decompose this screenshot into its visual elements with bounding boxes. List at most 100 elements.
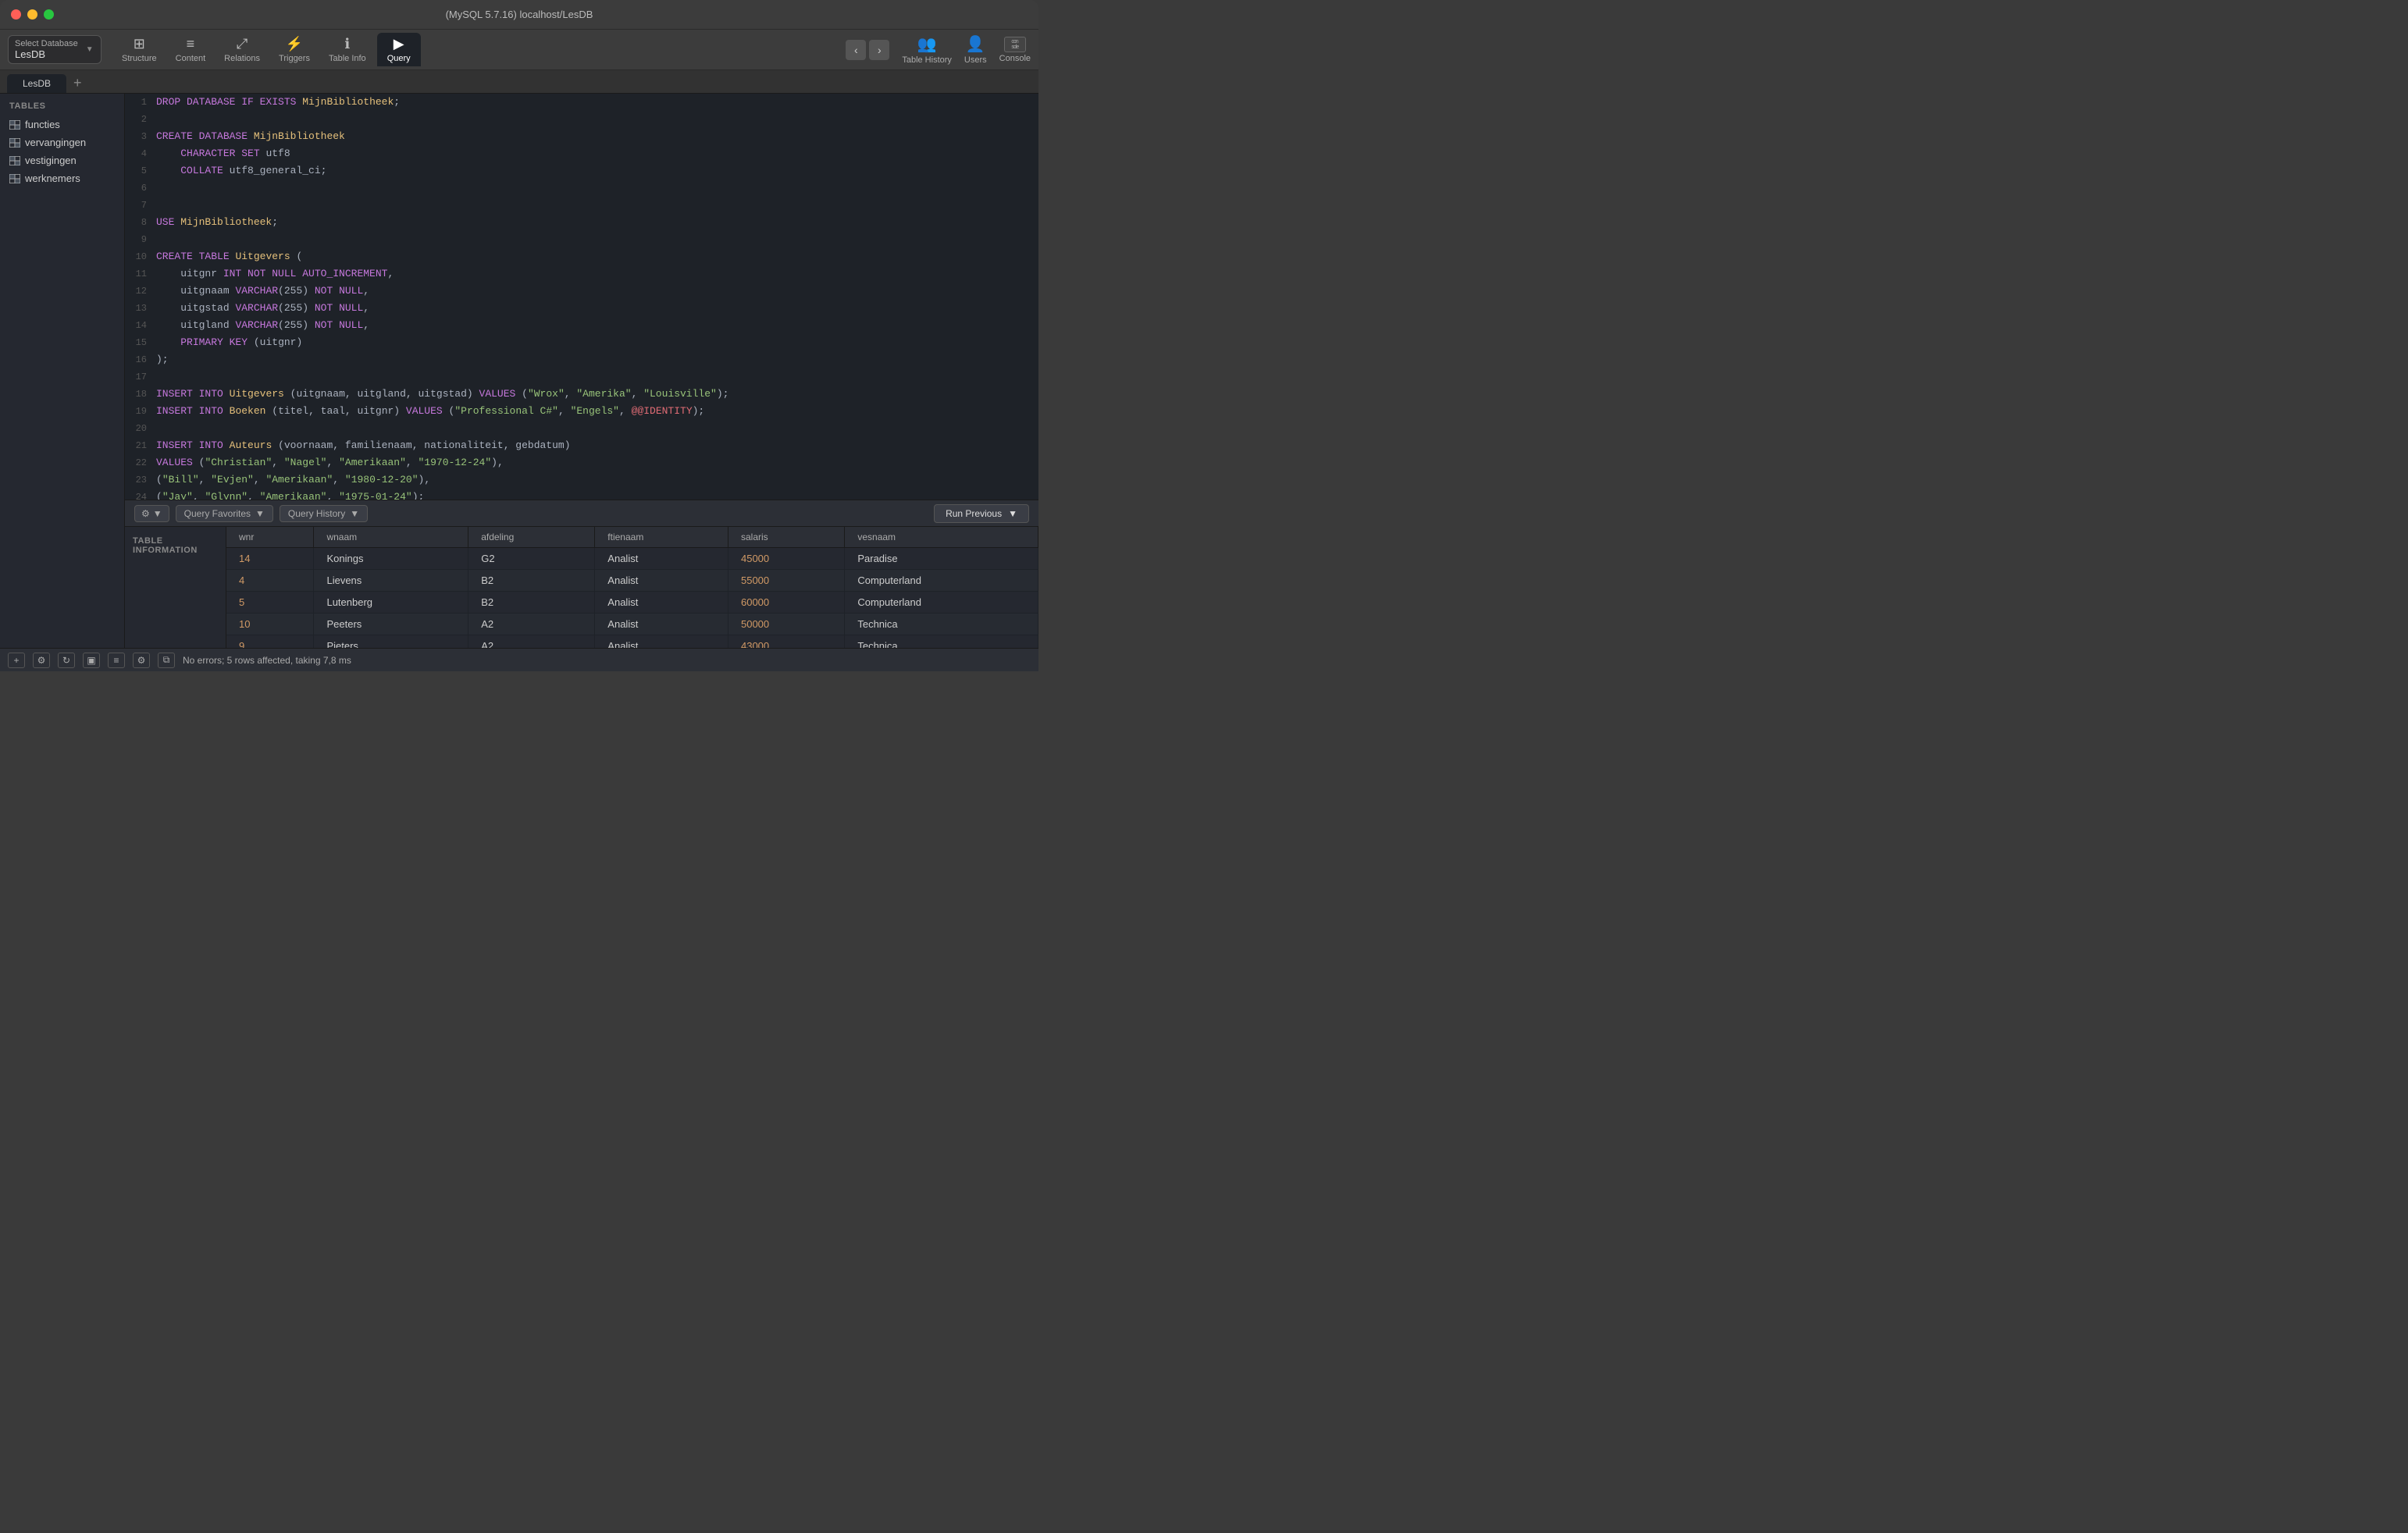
toolbar: Select Database LesDB ▼ ⊞ Structure ≡ Co… [0,30,1038,70]
window-title: (MySQL 5.7.16) localhost/LesDB [446,9,593,20]
col-wnr[interactable]: wnr [226,527,314,548]
sidebar-tables-heading: TABLES [0,94,124,116]
close-button[interactable] [11,9,21,20]
export-button[interactable]: ⚙ [133,653,150,668]
nav-forward-button[interactable]: › [869,40,889,60]
gear-icon: ⚙ [141,508,150,519]
tableinfo-icon: ℹ [344,36,350,52]
code-line: 4 CHARACTER SET utf8 [125,145,1038,162]
query-history-label: Query History [288,508,345,519]
sidebar-item-werknemers[interactable]: werknemers [0,169,124,187]
col-ftienaam[interactable]: ftienaam [595,527,728,548]
table-history-icon: 👥 [917,34,937,54]
refresh-button[interactable]: ↻ [58,653,75,668]
toolbar-tableinfo-btn[interactable]: ℹ Table Info [321,33,374,66]
nav-back-button[interactable]: ‹ [846,40,866,60]
table-row[interactable]: 4 Lievens B2 Analist 55000 Computerland [226,570,1038,592]
table-row[interactable]: 5 Lutenberg B2 Analist 60000 Computerlan… [226,592,1038,614]
col-salaris[interactable]: salaris [728,527,844,548]
traffic-lights [11,9,54,20]
cell-afdeling: B2 [468,570,595,592]
cell-wnr: 10 [226,614,314,635]
sidebar-item-vervangingen[interactable]: vervangingen [0,133,124,151]
col-wnaam[interactable]: wnaam [314,527,468,548]
table-row[interactable]: 14 Konings G2 Analist 45000 Paradise [226,548,1038,570]
code-line: 6 [125,180,1038,197]
cell-vesnaam: Paradise [845,548,1038,570]
users-btn[interactable]: 👤 Users [964,34,987,65]
cell-afdeling: B2 [468,592,595,614]
chevron-down-icon: ▼ [255,508,265,519]
code-line: 17 [125,368,1038,386]
cell-salaris: 50000 [728,614,844,635]
tab-add-button[interactable]: + [67,75,88,91]
toolbar-triggers-btn[interactable]: ⚡ Triggers [271,33,318,66]
toolbar-relations-btn[interactable]: ⤢ Relations [216,33,268,66]
cell-wnr: 4 [226,570,314,592]
query-history-button[interactable]: Query History ▼ [280,505,368,522]
toolbar-query-btn[interactable]: ▶ Query [377,33,421,66]
maximize-button[interactable] [44,9,54,20]
structure-label: Structure [122,54,157,63]
main-content: TABLES functies [0,94,1038,648]
sidebar-item-functies[interactable]: functies [0,116,124,133]
results-table-wrap[interactable]: wnr wnaam afdeling ftienaam salaris vesn… [226,527,1038,648]
content-icon: ≡ [187,36,195,52]
nav-arrows: ‹ › [846,40,889,60]
code-line: 8USE MijnBibliotheek; [125,214,1038,231]
table-row[interactable]: 10 Peeters A2 Analist 50000 Technica [226,614,1038,635]
code-line: 16); [125,351,1038,368]
results-table: wnr wnaam afdeling ftienaam salaris vesn… [226,527,1038,648]
run-previous-label: Run Previous [946,508,1002,519]
filter-button[interactable]: ▣ [83,653,100,668]
cell-salaris: 45000 [728,548,844,570]
col-vesnaam[interactable]: vesnaam [845,527,1038,548]
gear-button[interactable]: ⚙ ▼ [134,505,169,522]
code-line: 9 [125,231,1038,248]
db-selector[interactable]: Select Database LesDB ▼ [8,35,102,64]
code-editor[interactable]: 1DROP DATABASE IF EXISTS MijnBibliotheek… [125,94,1038,500]
cell-wnaam: Konings [314,548,468,570]
console-btn[interactable]: console Console [999,37,1031,63]
query-icon: ▶ [394,36,404,52]
copy-button[interactable]: ⧉ [158,653,175,668]
db-selector-label: Select Database [15,39,78,48]
cell-ftienaam: Analist [595,614,728,635]
db-selector-name: LesDB [15,48,78,60]
console-icon: console [1004,37,1026,52]
sidebar-item-vestigingen-label: vestigingen [25,155,77,166]
add-row-button[interactable]: + [8,653,25,668]
rows-button[interactable]: ≡ [108,653,125,668]
cell-vesnaam: Technica [845,614,1038,635]
sidebar-item-werknemers-label: werknemers [25,173,80,184]
settings-button[interactable]: ⚙ [33,653,50,668]
users-icon: 👤 [966,34,985,54]
structure-icon: ⊞ [134,36,145,52]
cell-salaris: 55000 [728,570,844,592]
code-line: 3CREATE DATABASE MijnBibliotheek [125,128,1038,145]
gear-chevron-icon: ▼ [153,508,162,519]
tableinfo-label: Table Info [329,54,366,63]
cell-wnr: 5 [226,592,314,614]
cell-ftienaam: Analist [595,570,728,592]
table-row[interactable]: 9 Pieters A2 Analist 43000 Technica [226,635,1038,649]
minimize-button[interactable] [27,9,37,20]
relations-icon: ⤢ [237,36,248,52]
code-line: 18INSERT INTO Uitgevers (uitgnaam, uitgl… [125,386,1038,403]
sidebar-item-vestigingen[interactable]: vestigingen [0,151,124,169]
code-line: 20 [125,420,1038,437]
cell-ftienaam: Analist [595,592,728,614]
toolbar-structure-btn[interactable]: ⊞ Structure [114,33,165,66]
code-line: 15 PRIMARY KEY (uitgnr) [125,334,1038,351]
bottom-toolbar: ⚙ ▼ Query Favorites ▼ Query History ▼ Ru… [125,500,1038,527]
table-history-btn[interactable]: 👥 Table History [902,34,952,65]
run-previous-button[interactable]: Run Previous ▼ [934,504,1029,523]
col-afdeling[interactable]: afdeling [468,527,595,548]
sidebar-item-functies-label: functies [25,119,60,130]
tab-lesdb[interactable]: LesDB [6,73,67,93]
cell-vesnaam: Computerland [845,570,1038,592]
toolbar-content-btn[interactable]: ≡ Content [168,33,214,66]
cell-salaris: 60000 [728,592,844,614]
query-favorites-button[interactable]: Query Favorites ▼ [176,505,273,522]
query-favorites-label: Query Favorites [184,508,251,519]
